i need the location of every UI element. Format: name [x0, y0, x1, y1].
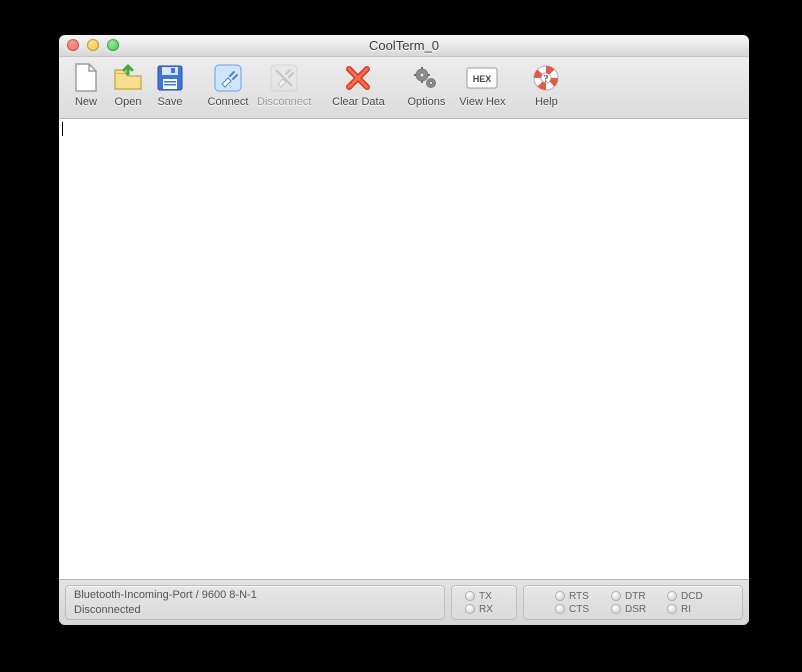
options-gears-icon: [409, 61, 443, 95]
clear-data-label: Clear Data: [332, 97, 385, 108]
open-folder-icon: [111, 61, 145, 95]
txrx-panel: TX RX: [451, 585, 517, 620]
help-lifebuoy-icon: ?: [529, 61, 563, 95]
connect-plug-icon: [211, 61, 245, 95]
window-zoom-button[interactable]: [107, 39, 119, 51]
led-dot-icon: [667, 604, 677, 614]
window-close-button[interactable]: [67, 39, 79, 51]
open-label: Open: [115, 97, 142, 108]
hex-icon: HEX: [465, 61, 499, 95]
cts-indicator: CTS: [555, 604, 599, 615]
led-dot-icon: [611, 604, 621, 614]
window-title: CoolTerm_0: [369, 38, 439, 53]
save-button[interactable]: Save: [149, 61, 191, 108]
port-info: Bluetooth-Incoming-Port / 9600 8-N-1: [74, 588, 257, 603]
new-file-icon: [69, 61, 103, 95]
rx-indicator: RX: [465, 604, 503, 615]
new-label: New: [75, 97, 97, 108]
handshake-panel: RTS DTR DCD CTS DSR RI: [523, 585, 743, 620]
save-label: Save: [157, 97, 182, 108]
app-window: CoolTerm_0 New Open: [59, 35, 749, 625]
save-floppy-icon: [153, 61, 187, 95]
svg-text:?: ?: [544, 73, 550, 85]
led-dot-icon: [611, 591, 621, 601]
help-label: Help: [535, 97, 558, 108]
new-button[interactable]: New: [65, 61, 107, 108]
connect-label: Connect: [208, 97, 249, 108]
clear-x-icon: [341, 61, 375, 95]
view-hex-button[interactable]: HEX View Hex: [451, 61, 513, 108]
disconnect-label: Disconnect: [257, 97, 311, 108]
disconnect-button: Disconnect: [253, 61, 315, 108]
connect-button[interactable]: Connect: [203, 61, 253, 108]
options-label: Options: [407, 97, 445, 108]
open-button[interactable]: Open: [107, 61, 149, 108]
dcd-indicator: DCD: [667, 591, 711, 602]
ri-indicator: RI: [667, 604, 711, 615]
led-dot-icon: [555, 604, 565, 614]
connection-state: Disconnected: [74, 603, 141, 618]
led-dot-icon: [555, 591, 565, 601]
window-controls: [67, 39, 119, 51]
window-minimize-button[interactable]: [87, 39, 99, 51]
dtr-indicator: DTR: [611, 591, 655, 602]
led-dot-icon: [465, 604, 475, 614]
hex-icon-text: HEX: [473, 74, 492, 84]
options-button[interactable]: Options: [401, 61, 451, 108]
help-button[interactable]: ? Help: [525, 61, 567, 108]
text-caret: [62, 122, 63, 136]
tx-indicator: TX: [465, 591, 503, 602]
toolbar: New Open: [59, 57, 749, 119]
rts-indicator: RTS: [555, 591, 599, 602]
led-dot-icon: [667, 591, 677, 601]
status-bar: Bluetooth-Incoming-Port / 9600 8-N-1 Dis…: [59, 580, 749, 625]
disconnect-plug-icon: [267, 61, 301, 95]
clear-data-button[interactable]: Clear Data: [327, 61, 389, 108]
view-hex-label: View Hex: [459, 97, 505, 108]
dsr-indicator: DSR: [611, 604, 655, 615]
connection-info-panel: Bluetooth-Incoming-Port / 9600 8-N-1 Dis…: [65, 585, 445, 620]
terminal-area[interactable]: [59, 119, 749, 580]
titlebar: CoolTerm_0: [59, 35, 749, 57]
led-dot-icon: [465, 591, 475, 601]
